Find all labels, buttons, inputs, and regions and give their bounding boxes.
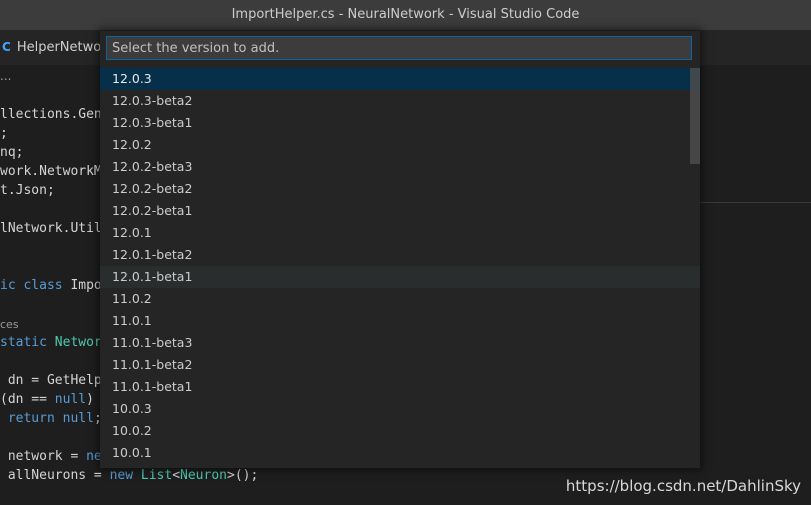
code-line-2: ; [0, 126, 8, 141]
version-item[interactable]: 12.0.3 [100, 68, 700, 90]
version-item[interactable]: 11.0.1 [100, 310, 700, 332]
code-line-17: return null; [7, 411, 102, 426]
version-item[interactable]: 12.0.3-beta1 [100, 112, 700, 134]
version-item[interactable]: 12.0.2-beta1 [100, 200, 700, 222]
version-item[interactable]: 10.0.2 [100, 420, 700, 442]
tab-label: HelperNetwor [16, 40, 107, 55]
version-list[interactable]: 12.0.3 12.0.3-beta2 12.0.3-beta1 12.0.2 12.0… [100, 68, 700, 468]
code-line-13: static Network [0, 335, 110, 350]
editor-divider [700, 202, 811, 203]
title-bar: ImportHelper.cs - NeuralNetwork - Visual… [0, 0, 811, 30]
tab-helpernetwork[interactable]: C HelperNetwor [0, 30, 107, 65]
version-item[interactable]: 11.0.2 [100, 288, 700, 310]
csharp-icon: C [2, 40, 11, 54]
version-item[interactable]: 10.0.3 [100, 398, 700, 420]
version-item[interactable]: 11.0.1-beta3 [100, 332, 700, 354]
version-item[interactable]: 12.0.3-beta2 [100, 90, 700, 112]
code-line-7: lNetwork.Util [0, 221, 102, 236]
version-item[interactable]: 12.0.2-beta2 [100, 178, 700, 200]
codelens-references[interactable]: ces [0, 318, 19, 331]
code-line-1: llections.Gene [0, 107, 110, 122]
code-line-16: (dn == null) [0, 392, 94, 407]
version-item[interactable]: 12.0.2 [100, 134, 700, 156]
version-item[interactable]: 12.0.2-beta3 [100, 156, 700, 178]
watermark-text: https://blog.csdn.net/DahlinSky [565, 477, 801, 495]
code-line-10: ic class Impo [0, 278, 102, 293]
list-scrollbar[interactable] [690, 68, 700, 164]
code-line-19: network = new [0, 449, 110, 464]
version-item[interactable]: 11.0.1-beta1 [100, 376, 700, 398]
code-line-5: t.Json; [0, 183, 55, 198]
version-search-input[interactable] [106, 36, 692, 60]
code-line-3: nq; [0, 145, 24, 160]
version-item[interactable]: 12.0.1 [100, 222, 700, 244]
version-item[interactable]: 11.0.1-beta2 [100, 354, 700, 376]
version-item[interactable]: 10.0.1 [100, 442, 700, 464]
breadcrumb-ellipsis: ... [0, 69, 12, 83]
code-line-15: dn = GetHelpe [0, 373, 110, 388]
code-line-20: allNeurons = new List<Neuron>(); [0, 468, 259, 483]
version-quick-pick: 12.0.312.0.3-beta212.0.3-beta112.0.212.0… [100, 31, 700, 468]
code-line-4: work.NetworkMo [0, 164, 110, 179]
version-item[interactable]: 12.0.1-beta2 [100, 244, 700, 266]
window-title: ImportHelper.cs - NeuralNetwork - Visual… [231, 7, 580, 22]
version-item[interactable]: 12.0.1-beta1 [100, 266, 700, 288]
